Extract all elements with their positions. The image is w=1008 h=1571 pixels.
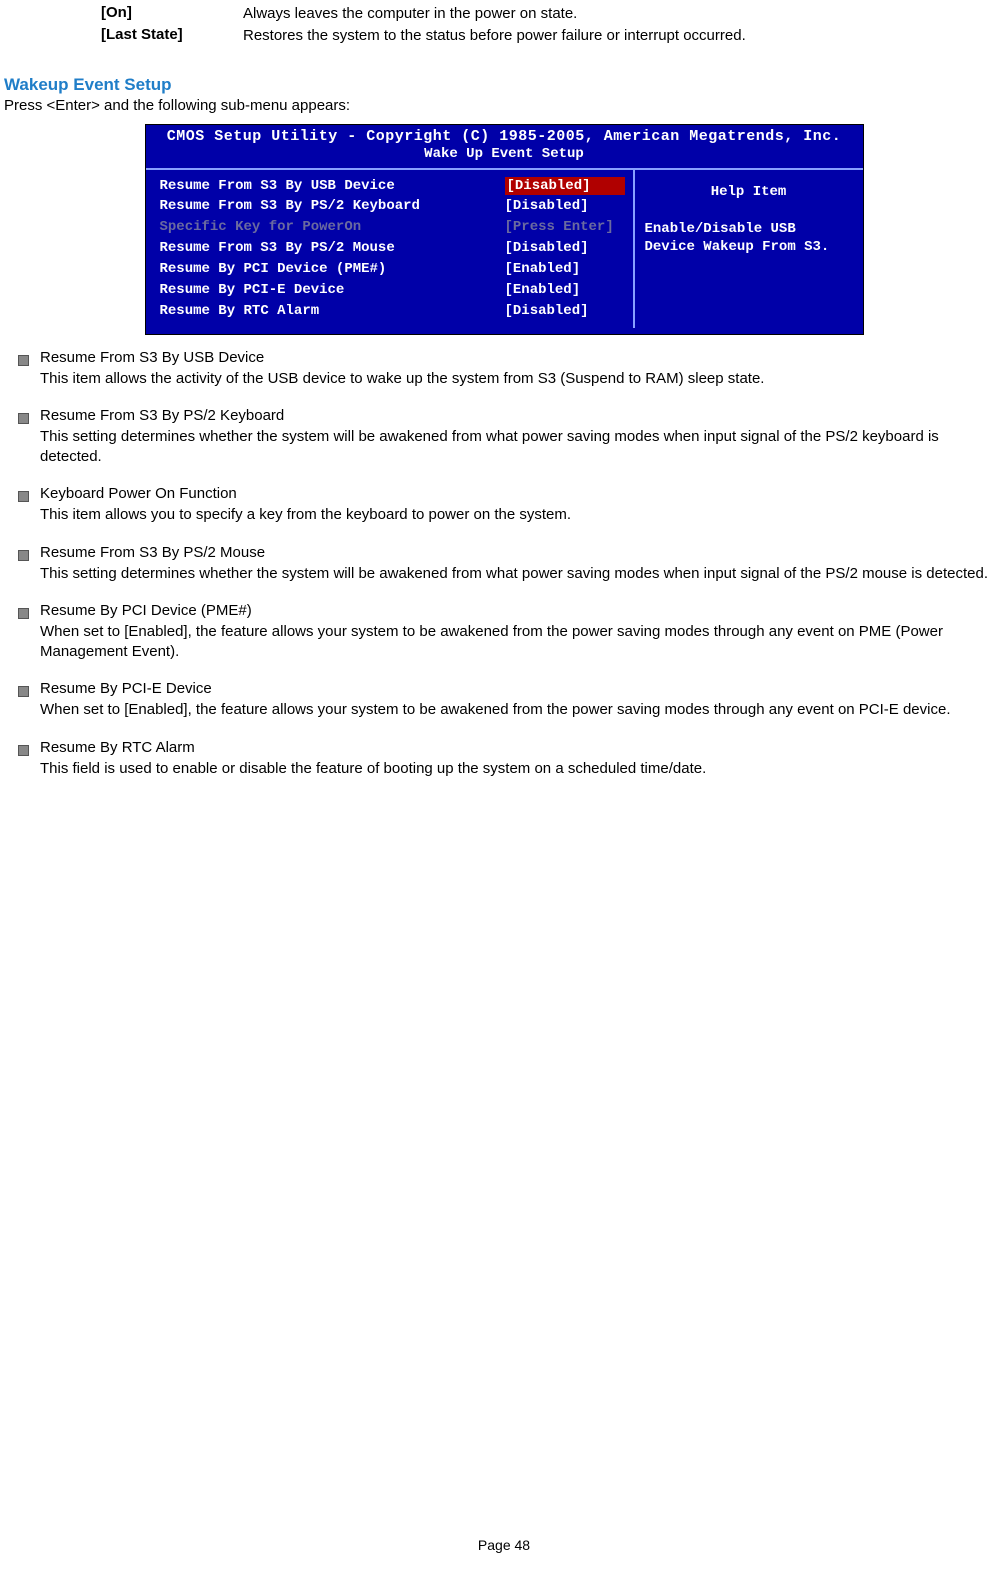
bios-row-label: Resume By PCI Device (PME#) (160, 260, 387, 279)
bios-row-label: Resume From S3 By PS/2 Mouse (160, 239, 395, 258)
bios-row-label: Resume From S3 By USB Device (160, 177, 395, 196)
bios-help-text: Enable/Disable USB Device Wakeup From S3… (645, 220, 853, 258)
bios-help-panel: Help Item Enable/Disable USB Device Wake… (633, 170, 863, 328)
option-row-last-state: [Last State] Restores the system to the … (101, 26, 1004, 46)
item-desc: When set to [Enabled], the feature allow… (40, 622, 1004, 663)
item-title: Resume From S3 By PS/2 Keyboard (40, 407, 1004, 424)
option-row-on: [On] Always leaves the computer in the p… (101, 4, 1004, 24)
item-desc: When set to [Enabled], the feature allow… (40, 700, 1004, 720)
bios-help-title: Help Item (645, 176, 853, 220)
intro-text: Press <Enter> and the following sub-menu… (4, 97, 1004, 114)
bios-row-value: [Disabled] (505, 302, 625, 321)
option-value: Always leaves the computer in the power … (243, 4, 577, 24)
list-item: Resume From S3 By PS/2 Keyboard This set… (10, 407, 1004, 468)
list-item: Resume From S3 By PS/2 Mouse This settin… (10, 544, 1004, 584)
bios-row-value: [Enabled] (505, 281, 625, 300)
top-options-table: [On] Always leaves the computer in the p… (101, 4, 1004, 47)
section-heading: Wakeup Event Setup (4, 75, 1004, 95)
list-item: Resume From S3 By USB Device This item a… (10, 349, 1004, 389)
bios-body: Resume From S3 By USB Device [Disabled] … (146, 168, 863, 334)
bios-options-panel: Resume From S3 By USB Device [Disabled] … (146, 170, 633, 328)
bios-row-value: [Enabled] (505, 260, 625, 279)
item-title: Keyboard Power On Function (40, 485, 1004, 502)
item-title: Resume By PCI-E Device (40, 680, 1004, 697)
item-desc: This item allows you to specify a key fr… (40, 505, 1004, 525)
bios-row: Resume From S3 By PS/2 Mouse [Disabled] (160, 238, 625, 259)
option-key: [Last State] (101, 26, 243, 46)
item-desc: This field is used to enable or disable … (40, 759, 1004, 779)
option-key: [On] (101, 4, 243, 24)
item-desc: This setting determines whether the syst… (40, 427, 1004, 468)
item-title: Resume From S3 By USB Device (40, 349, 1004, 366)
bios-row: Resume By PCI-E Device [Enabled] (160, 280, 625, 301)
bios-row: Resume By PCI Device (PME#) [Enabled] (160, 259, 625, 280)
item-desc: This item allows the activity of the USB… (40, 369, 1004, 389)
bios-row: Specific Key for PowerOn [Press Enter] (160, 217, 625, 238)
list-item: Resume By PCI-E Device When set to [Enab… (10, 680, 1004, 720)
bios-row-label: Resume By PCI-E Device (160, 281, 345, 300)
item-title: Resume By PCI Device (PME#) (40, 602, 1004, 619)
bios-title: CMOS Setup Utility - Copyright (C) 1985-… (146, 125, 863, 146)
bios-row: Resume From S3 By PS/2 Keyboard [Disable… (160, 196, 625, 217)
bios-row-label: Specific Key for PowerOn (160, 218, 362, 237)
list-item: Keyboard Power On Function This item all… (10, 485, 1004, 525)
option-value: Restores the system to the status before… (243, 26, 746, 46)
bios-row-label: Resume By RTC Alarm (160, 302, 320, 321)
description-list: Resume From S3 By USB Device This item a… (10, 349, 1004, 779)
item-desc: This setting determines whether the syst… (40, 564, 1004, 584)
bios-row-label: Resume From S3 By PS/2 Keyboard (160, 197, 420, 216)
item-title: Resume From S3 By PS/2 Mouse (40, 544, 1004, 561)
bios-row-value: [Disabled] (505, 197, 625, 216)
page-number: Page 48 (0, 1537, 1008, 1553)
bios-row-value: [Press Enter] (505, 218, 625, 237)
list-item: Resume By RTC Alarm This field is used t… (10, 739, 1004, 779)
bios-screenshot: CMOS Setup Utility - Copyright (C) 1985-… (145, 124, 864, 335)
list-item: Resume By PCI Device (PME#) When set to … (10, 602, 1004, 663)
bios-row-value: [Disabled] (505, 239, 625, 258)
bios-subtitle: Wake Up Event Setup (146, 146, 863, 168)
item-title: Resume By RTC Alarm (40, 739, 1004, 756)
bios-row: Resume By RTC Alarm [Disabled] (160, 301, 625, 322)
bios-row: Resume From S3 By USB Device [Disabled] (160, 176, 625, 197)
bios-row-value: [Disabled] (505, 177, 625, 196)
